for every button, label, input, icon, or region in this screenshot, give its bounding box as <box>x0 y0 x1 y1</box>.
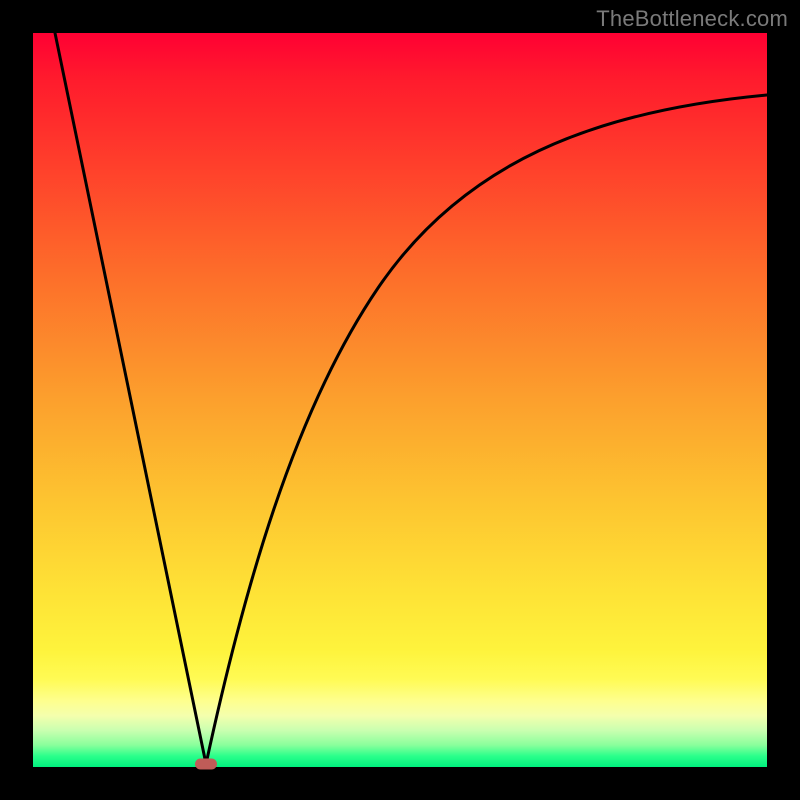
curve-left-branch <box>55 33 206 764</box>
chart-frame: TheBottleneck.com <box>0 0 800 800</box>
curve-right-branch <box>206 95 767 764</box>
watermark-text: TheBottleneck.com <box>596 6 788 32</box>
curve-layer <box>33 33 767 767</box>
plot-area <box>33 33 767 767</box>
anchor-point-marker <box>195 759 217 770</box>
